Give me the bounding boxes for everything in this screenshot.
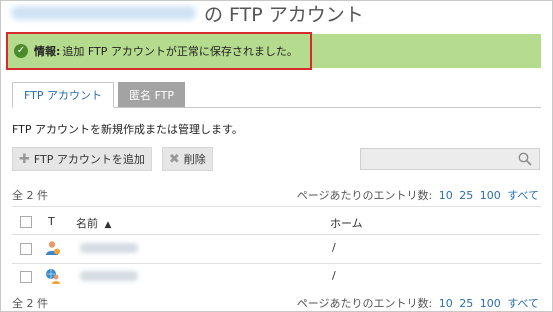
per-page-label: ページあたりのエントリ数: (296, 189, 433, 202)
home-directory: / (332, 241, 336, 254)
plus-icon: ✚ (19, 151, 30, 167)
home-directory: / (332, 269, 336, 282)
row-checkbox[interactable] (20, 243, 32, 255)
search-icon[interactable] (518, 152, 532, 166)
page-header: の FTP アカウント (11, 2, 364, 26)
per-page-25[interactable]: 25 (459, 297, 473, 310)
column-name[interactable]: 名前 ▲ (76, 215, 111, 231)
column-type[interactable]: T (48, 215, 55, 228)
total-count-bottom: 全 2 件 (12, 297, 48, 310)
account-name-redacted[interactable] (80, 271, 138, 281)
per-page-all[interactable]: すべて (507, 297, 539, 310)
column-name-label: 名前 (76, 217, 98, 230)
per-page-100[interactable]: 100 (480, 297, 501, 310)
user-icon (46, 241, 60, 255)
search-input[interactable] (360, 148, 540, 170)
divider (12, 206, 541, 207)
notice-highlight: ✓ 情報: 追加 FTP アカウントが正常に保存されました。 (6, 32, 312, 70)
notice-message: 追加 FTP アカウントが正常に保存されました。 (62, 45, 298, 58)
total-count: 全 2 件 (12, 189, 48, 202)
account-name-redacted[interactable] (80, 243, 138, 253)
per-page-10[interactable]: 10 (439, 297, 453, 310)
domain-name-redacted (11, 6, 196, 20)
per-page-selector-bottom: ページあたりのエントリ数: 10 25 100 すべて (297, 295, 539, 311)
tabs: FTP アカウント 匿名 FTP (12, 82, 185, 108)
column-home[interactable]: ホーム (330, 215, 363, 231)
select-all-checkbox[interactable] (20, 216, 32, 228)
per-page-selector-top: ページあたりのエントリ数: 10 25 100 すべて (297, 187, 539, 203)
per-page-10[interactable]: 10 (439, 189, 453, 202)
sort-ascending-icon: ▲ (104, 220, 112, 230)
table-row: / (12, 237, 541, 263)
delete-label: 削除 (183, 153, 206, 166)
divider (12, 234, 541, 235)
tab-anonymous-ftp[interactable]: 匿名 FTP (117, 82, 185, 108)
delete-icon: ✖ (168, 151, 180, 167)
row-checkbox[interactable] (20, 271, 32, 283)
per-page-label: ページあたりのエントリ数: (296, 297, 433, 310)
page-description: FTP アカウントを新規作成または管理します。 (12, 123, 243, 136)
table-header: T 名前 ▲ ホーム (12, 212, 541, 234)
delete-button[interactable]: ✖ 削除 (161, 147, 213, 171)
table-row: / (12, 265, 541, 291)
per-page-25[interactable]: 25 (459, 189, 473, 202)
add-ftp-account-button[interactable]: ✚ FTP アカウントを追加 (12, 147, 152, 171)
divider (12, 263, 541, 264)
add-ftp-account-label: FTP アカウントを追加 (33, 153, 145, 166)
web-user-icon (46, 269, 60, 284)
toolbar: ✚ FTP アカウントを追加 ✖ 削除 (12, 147, 213, 171)
notice-label: 情報: (34, 45, 61, 58)
per-page-all[interactable]: すべて (507, 189, 539, 202)
page-title: の FTP アカウント (204, 3, 364, 26)
tab-ftp-accounts[interactable]: FTP アカウント (12, 82, 114, 108)
per-page-100[interactable]: 100 (480, 189, 501, 202)
check-icon: ✓ (14, 44, 28, 58)
